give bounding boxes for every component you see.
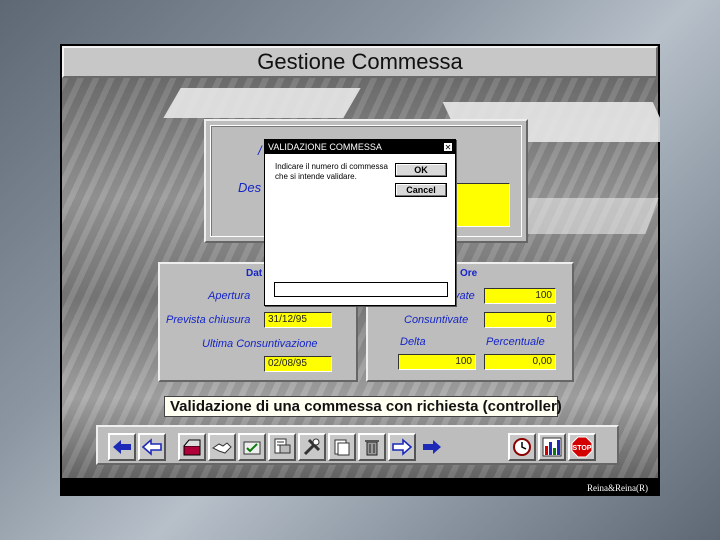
description-label-partial: /: [258, 143, 262, 158]
clock-button[interactable]: [508, 433, 536, 461]
delete-button[interactable]: [358, 433, 386, 461]
documents-icon: [334, 439, 350, 456]
arrow-left-filled-icon: [113, 440, 131, 454]
clock-icon: [513, 438, 531, 456]
percentuale-label: Percentuale: [486, 336, 545, 348]
slide-caption: Validazione di una commessa con richiest…: [164, 396, 562, 417]
prevista-chiusura-label: Prevista chiusura: [166, 314, 251, 326]
dialog-title-bar: VALIDAZIONE COMMESSA ✕: [265, 140, 455, 154]
dates-header: Dat: [246, 268, 263, 279]
dialog-message: Indicare il numero di commessa che si in…: [275, 162, 388, 181]
trash-icon: [365, 440, 379, 456]
snow-ridge: [163, 88, 361, 118]
ultima-consuntivazione-label: Ultima Consuntivazione: [202, 338, 318, 350]
ok-button[interactable]: OK: [395, 163, 447, 177]
copyright-footer: Reina&Reina(R): [587, 483, 648, 493]
preventivate-label-partial: vate: [454, 290, 475, 302]
bar-chart-icon: [542, 437, 562, 457]
delta-label: Delta: [400, 336, 426, 348]
stop-button[interactable]: STOP: [568, 433, 596, 461]
window-title: Gestione Commessa: [62, 46, 658, 78]
close-icon[interactable]: ✕: [443, 142, 453, 152]
description-field[interactable]: [452, 183, 510, 227]
first-record-button[interactable]: [108, 433, 136, 461]
hours-header: Ore: [460, 268, 478, 279]
open-box-icon: [183, 439, 201, 456]
consuntivate-label: Consuntivate: [404, 314, 469, 326]
folder-check-icon: [243, 441, 261, 455]
stop-label: STOP: [573, 445, 592, 452]
delta-field[interactable]: 100: [398, 354, 476, 370]
stop-icon: STOP: [571, 436, 593, 458]
validate-button[interactable]: [238, 433, 266, 461]
cancel-button[interactable]: Cancel: [395, 183, 447, 197]
documents-button[interactable]: [328, 433, 356, 461]
tools-button[interactable]: [298, 433, 326, 461]
consuntivate-field[interactable]: 0: [484, 312, 556, 328]
percentuale-field[interactable]: 0,00: [484, 354, 556, 370]
print-button[interactable]: [268, 433, 296, 461]
previous-button[interactable]: [138, 433, 166, 461]
description-label-partial: Des: [238, 180, 262, 195]
open-button[interactable]: [178, 433, 206, 461]
arrow-left-outline-icon: [141, 438, 162, 456]
apertura-label: Apertura: [208, 290, 251, 302]
ultima-consuntivazione-field[interactable]: 02/08/95: [264, 356, 332, 372]
last-record-button[interactable]: [418, 433, 446, 461]
prevista-chiusura-field[interactable]: 31/12/95: [264, 312, 332, 328]
statistics-button[interactable]: [538, 433, 566, 461]
navigation-toolbar: STOP: [96, 425, 619, 465]
preventivate-field[interactable]: 100: [484, 288, 556, 304]
validazione-dialog: VALIDAZIONE COMMESSA ✕ Indicare il numer…: [264, 139, 456, 306]
print-preview-icon: [274, 438, 291, 454]
arrow-right-filled-icon: [423, 440, 441, 454]
tools-icon: [303, 438, 321, 456]
agreement-button[interactable]: [208, 433, 236, 461]
commessa-number-input[interactable]: [274, 282, 448, 297]
next-button[interactable]: [388, 433, 416, 461]
dialog-title: VALIDAZIONE COMMESSA: [268, 142, 382, 152]
handshake-icon: [212, 442, 232, 454]
arrow-right-outline-icon: [392, 438, 413, 456]
